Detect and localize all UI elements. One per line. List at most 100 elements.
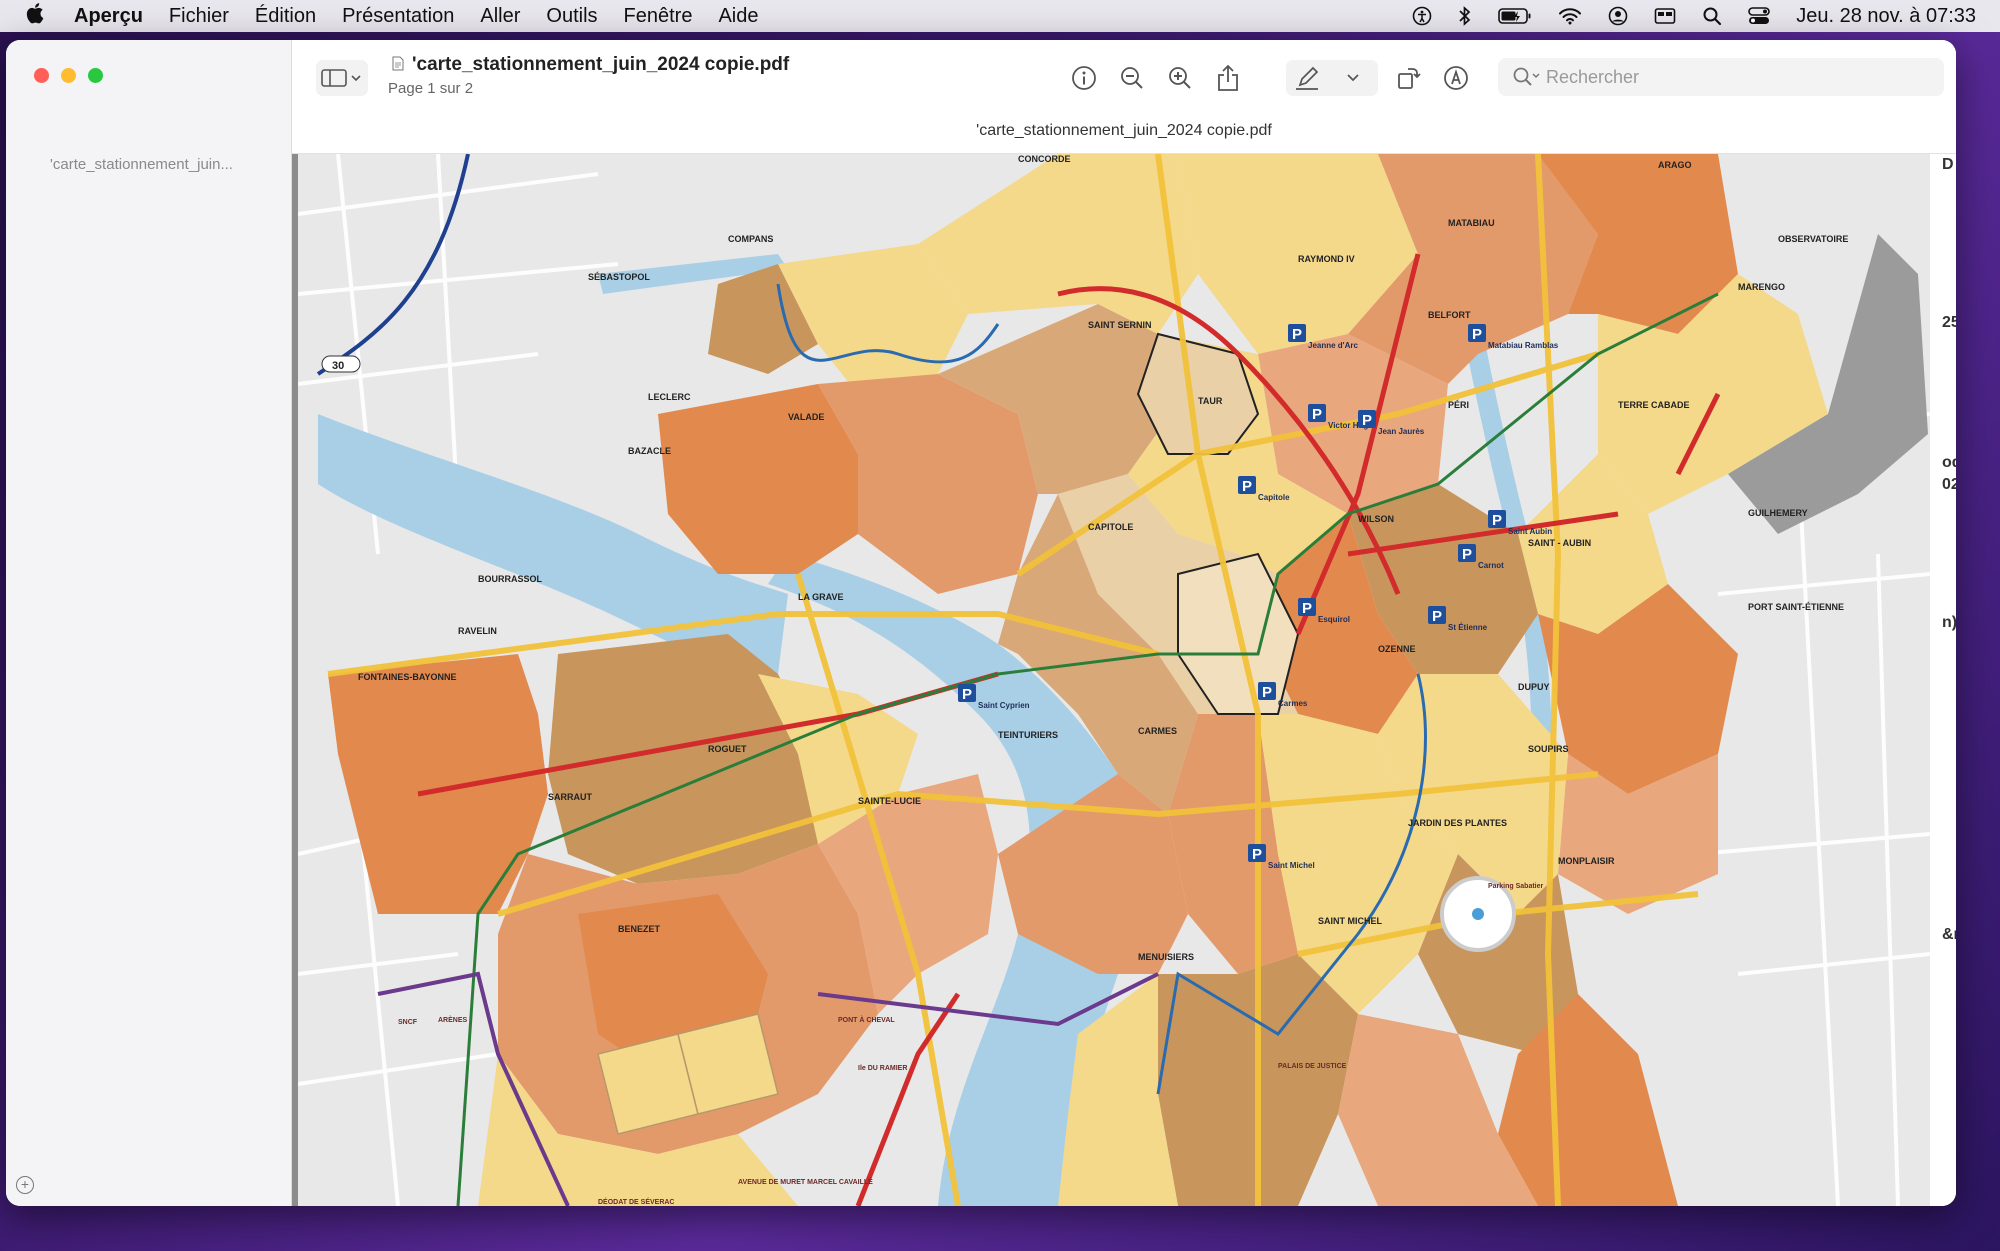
- page-thumbnail-label[interactable]: 'carte_stationnement_juin...: [50, 156, 233, 173]
- map-misc-label: PALAIS DE JUSTICE: [1278, 1063, 1347, 1070]
- map-district-label: PORT SAINT-ÉTIENNE: [1748, 602, 1844, 612]
- add-page-icon[interactable]: +: [16, 1176, 34, 1194]
- svg-text:P: P: [1492, 512, 1502, 529]
- map-district-label: VALADE: [788, 412, 824, 422]
- parking-label: Carmes: [1278, 699, 1308, 708]
- menu-fenetre[interactable]: Fenêtre: [624, 5, 693, 28]
- search-icon: [1512, 65, 1542, 94]
- map-district-label: SÉBASTOPOL: [588, 272, 650, 282]
- menu-aide[interactable]: Aide: [718, 5, 758, 28]
- map-misc-label: Parking Sabatier: [1488, 883, 1544, 890]
- page-gutter: [1930, 154, 1956, 1206]
- gutter-text: 25: [1942, 314, 1956, 331]
- map-district-label: SAINT - AUBIN: [1528, 538, 1591, 548]
- parking-label: Jean Jaurès: [1378, 427, 1425, 436]
- menu-presentation[interactable]: Présentation: [342, 5, 454, 28]
- map-district-label: SAINTE-LUCIE: [858, 796, 921, 806]
- map-district-label: SARRAUT: [548, 792, 593, 802]
- pdf-file-icon: [392, 56, 404, 74]
- map-misc-label: ARÈNES: [438, 1015, 468, 1024]
- map-district-label: LECLERC: [648, 392, 691, 402]
- zoom-out-button[interactable]: [1112, 60, 1152, 96]
- battery-icon[interactable]: [1498, 7, 1532, 25]
- svg-text:P: P: [1312, 406, 1322, 423]
- highlight-annotate-icon[interactable]: [1436, 60, 1476, 96]
- preview-window: 'carte_stationnement_juin... + 'carte_st…: [6, 40, 1956, 1206]
- parking-label: St Étienne: [1448, 623, 1488, 632]
- markup-button[interactable]: [1286, 60, 1378, 96]
- document-view[interactable]: CONCORDE ARAGO MATABIAU OBSERVATOIRE COMPANS…: [292, 154, 1956, 1206]
- gutter-text: n): [1942, 614, 1956, 631]
- toolbar: 'carte_stationnement_juin_2024 copie.pdf…: [292, 40, 1956, 154]
- map-misc-label: AVENUE DE MURET MARCEL CAVAILLÉ: [738, 1177, 873, 1186]
- map-district-label: PÉRI: [1448, 400, 1469, 410]
- svg-text:P: P: [1302, 600, 1312, 617]
- map-district-label: RAVELIN: [458, 626, 497, 636]
- zoom-in-button[interactable]: [1160, 60, 1200, 96]
- menu-app-name[interactable]: Aperçu: [74, 5, 143, 28]
- map-district-label: COMPANS: [728, 234, 773, 244]
- map-district-label: BAZACLE: [628, 446, 671, 456]
- map-district-label: ROGUET: [708, 744, 747, 754]
- screen-mirroring-icon[interactable]: [1654, 7, 1676, 25]
- map-district-label: BELFORT: [1428, 310, 1471, 320]
- svg-text:P: P: [1432, 608, 1442, 625]
- map-district-label: RAYMOND IV: [1298, 254, 1355, 264]
- search-placeholder: Rechercher: [1546, 67, 1640, 87]
- menu-edition[interactable]: Édition: [255, 5, 316, 28]
- svg-text:P: P: [1252, 846, 1262, 863]
- parking-label: Saint Cyprien: [978, 701, 1030, 710]
- share-button[interactable]: [1208, 60, 1248, 96]
- svg-text:P: P: [1472, 326, 1482, 343]
- gutter-text: 024: [1942, 476, 1956, 493]
- document-title[interactable]: 'carte_stationnement_juin_2024 copie.pdf: [412, 54, 789, 76]
- map-district-label: MENUISIERS: [1138, 952, 1194, 962]
- minimize-window-button[interactable]: [61, 68, 76, 83]
- svg-text:P: P: [1462, 546, 1472, 563]
- map-district-label: TEINTURIERS: [998, 730, 1058, 740]
- svg-text:P: P: [1242, 478, 1252, 495]
- menu-fichier[interactable]: Fichier: [169, 5, 229, 28]
- sidebar-toggle-button[interactable]: [316, 60, 368, 96]
- menu-outils[interactable]: Outils: [546, 5, 597, 28]
- map-district-label: SAINT SERNIN: [1088, 320, 1152, 330]
- user-account-icon[interactable]: [1608, 6, 1628, 26]
- map-misc-label: PONT À CHEVAL: [838, 1015, 895, 1024]
- accessibility-icon[interactable]: [1412, 6, 1432, 26]
- menu-bar: Aperçu Fichier Édition Présentation Alle…: [0, 0, 2000, 32]
- map-district-label: OZENNE: [1378, 644, 1416, 654]
- search-field[interactable]: Rechercher: [1498, 58, 1944, 96]
- map-district-label: TERRE CABADE: [1618, 400, 1690, 410]
- parking-label: Matabiau Ramblas: [1488, 341, 1559, 350]
- svg-text:P: P: [962, 686, 972, 703]
- menu-aller[interactable]: Aller: [480, 5, 520, 28]
- document-subtitle: 'carte_stationnement_juin_2024 copie.pdf: [976, 122, 1272, 139]
- map-district-label: MONPLAISIR: [1558, 856, 1615, 866]
- road-shield-icon: 30: [321, 355, 361, 373]
- map-district-label: JARDIN DES PLANTES: [1408, 818, 1507, 828]
- map-misc-label: Ile DU RAMIER: [858, 1065, 907, 1072]
- map-district-label: FONTAINES-BAYONNE: [358, 672, 457, 682]
- rotate-button[interactable]: [1388, 60, 1428, 96]
- parking-label: Jeanne d'Arc: [1308, 341, 1358, 350]
- spotlight-search-icon[interactable]: [1702, 6, 1722, 26]
- status-area: Jeu. 28 nov. à 07:33: [1386, 0, 1976, 32]
- map-misc-label: SNCF: [398, 1019, 418, 1026]
- close-window-button[interactable]: [34, 68, 49, 83]
- parking-map[interactable]: CONCORDE ARAGO MATABIAU OBSERVATOIRE COMPANS…: [298, 154, 1930, 1206]
- map-district-label: SAINT MICHEL: [1318, 916, 1383, 926]
- menubar-clock[interactable]: Jeu. 28 nov. à 07:33: [1796, 5, 1976, 28]
- wifi-icon[interactable]: [1558, 7, 1582, 25]
- zoom-window-button[interactable]: [88, 68, 103, 83]
- svg-text:30: 30: [332, 360, 344, 372]
- page-indicator: Page 1 sur 2: [388, 80, 474, 97]
- map-district-label: BENEZET: [618, 924, 661, 934]
- parking-label: Saint Michel: [1268, 861, 1315, 870]
- gutter-text: &m: [1942, 926, 1956, 943]
- apple-menu-icon[interactable]: [26, 2, 56, 30]
- map-district-label: CAPITOLE: [1088, 522, 1133, 532]
- bluetooth-icon[interactable]: [1458, 6, 1472, 26]
- control-center-icon[interactable]: [1748, 6, 1771, 26]
- gutter-text: odu: [1942, 454, 1956, 471]
- info-button[interactable]: [1064, 60, 1104, 96]
